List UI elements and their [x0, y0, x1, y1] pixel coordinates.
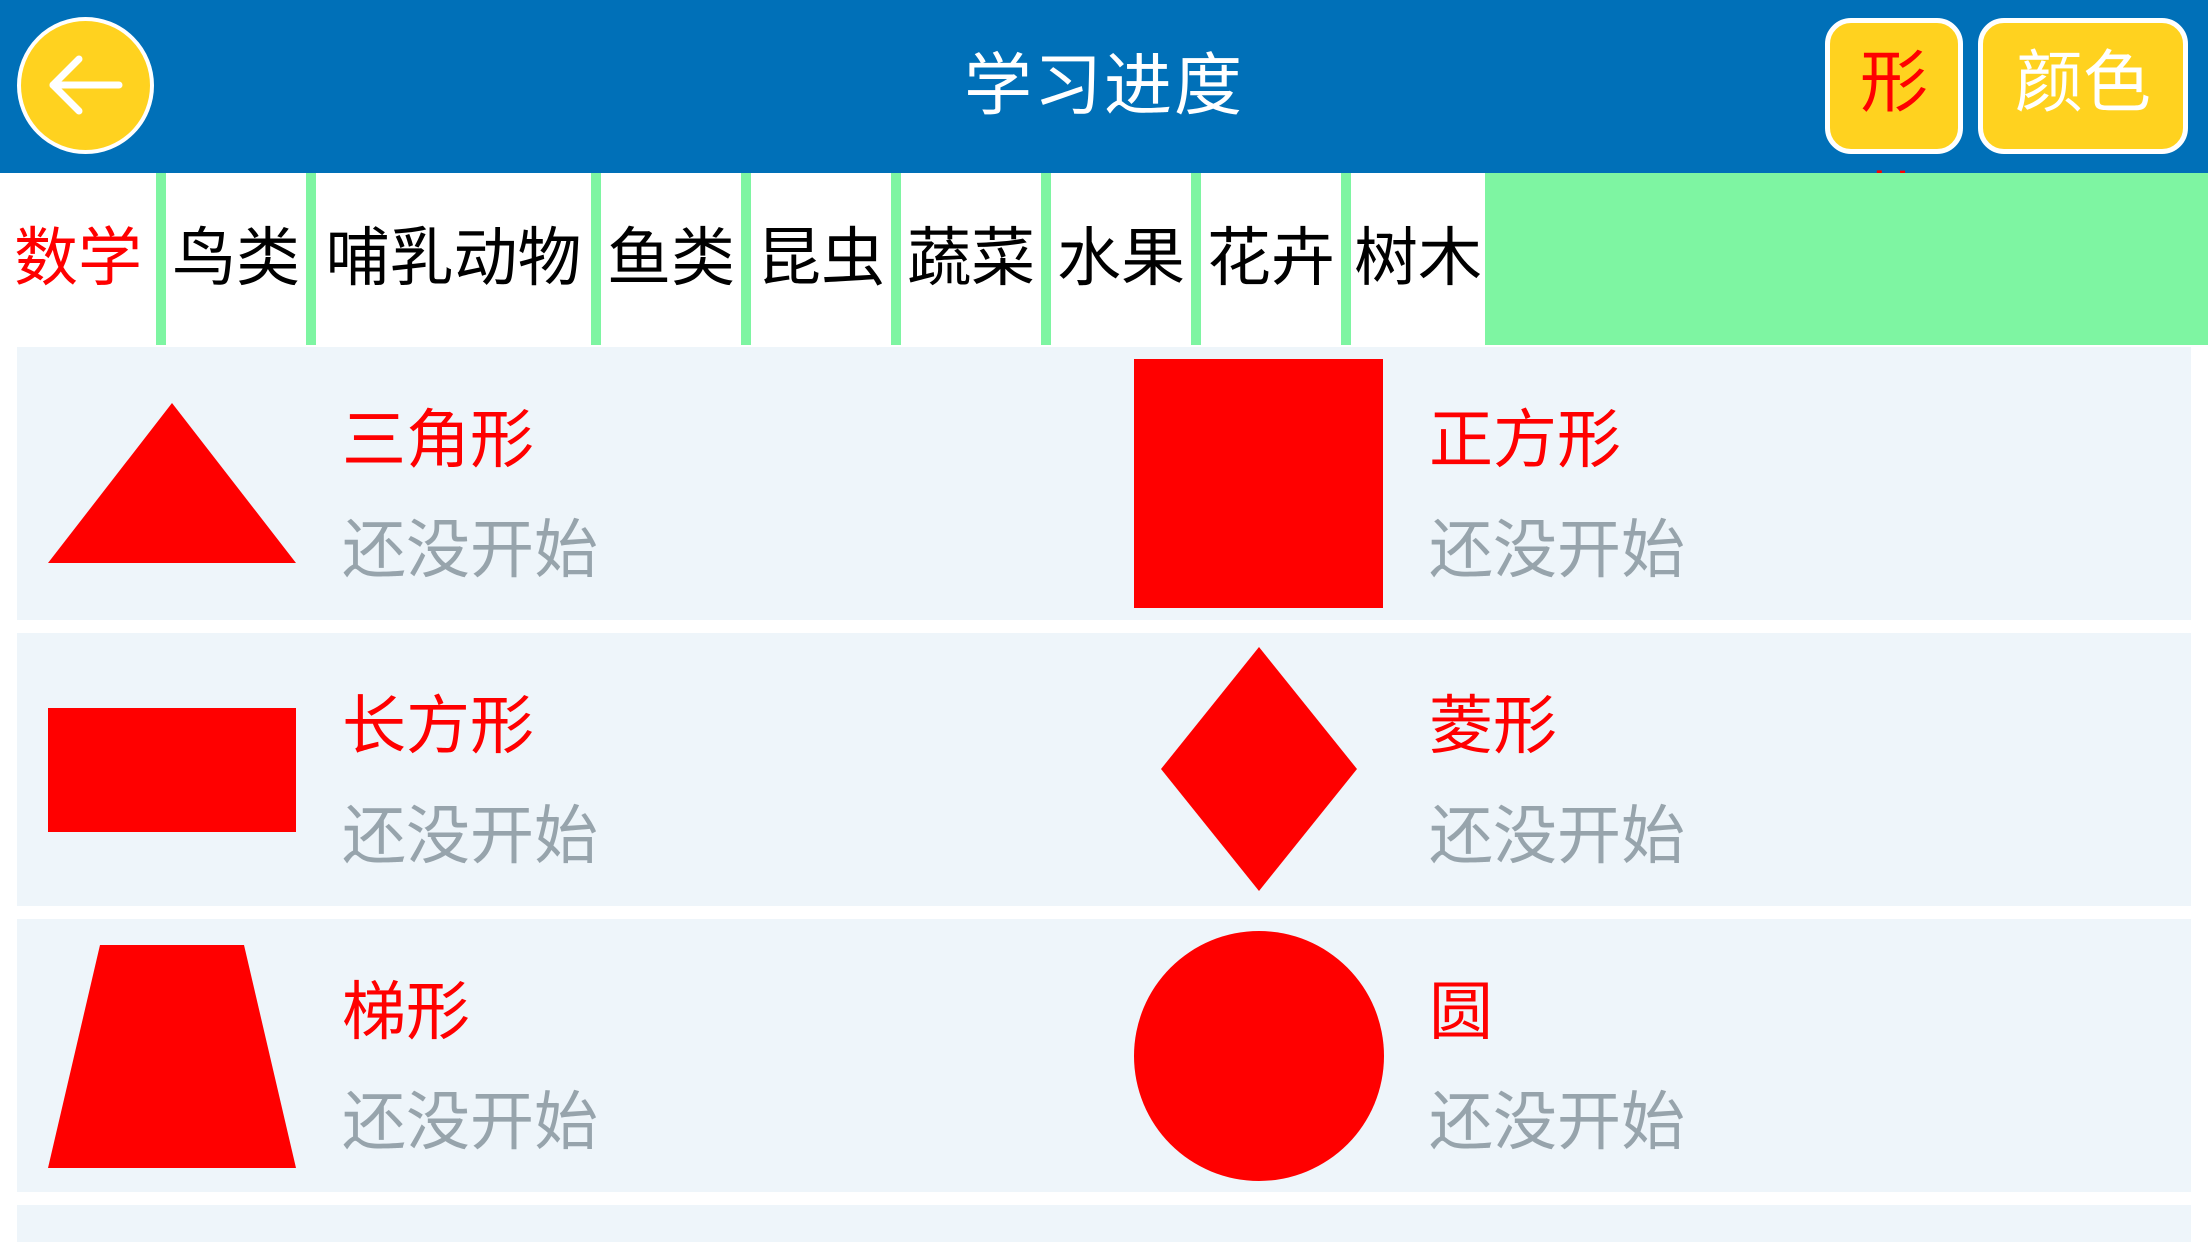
rhombus-icon: [1161, 647, 1357, 891]
shape-status: 还没开始: [342, 514, 598, 588]
tab-mammals[interactable]: 哺乳动物: [316, 173, 591, 345]
circle-icon: [1134, 931, 1384, 1181]
tab-flowers[interactable]: 花卉: [1201, 173, 1341, 345]
shape-status: 还没开始: [1429, 1086, 1685, 1160]
shape-item-triangle[interactable]: 三角形 还没开始: [17, 347, 1104, 620]
shape-item-trapezoid[interactable]: 梯形 还没开始: [17, 919, 1104, 1192]
shape-item-rectangle[interactable]: 长方形 还没开始: [17, 633, 1104, 906]
arrow-left-icon: [49, 55, 123, 115]
trapezoid-icon: [48, 945, 296, 1168]
shape-status: 还没开始: [1429, 800, 1685, 874]
back-button[interactable]: [17, 17, 154, 154]
tab-insects[interactable]: 昆虫: [751, 173, 891, 345]
shape-name: 三角形: [342, 404, 534, 478]
tab-vegetables[interactable]: 蔬菜: [901, 173, 1041, 345]
tab-trees[interactable]: 树木: [1351, 173, 1485, 345]
shape-name: 圆: [1429, 976, 1493, 1050]
shape-row: 梯形 还没开始 圆 还没开始: [17, 919, 2191, 1192]
shape-item-rhombus[interactable]: 菱形 还没开始: [1104, 633, 2191, 906]
shape-name: 菱形: [1429, 690, 1557, 764]
shape-name: 长方形: [342, 690, 534, 764]
category-tabs: 数学 鸟类 哺乳动物 鱼类 昆虫 蔬菜 水果 花卉 树木: [0, 173, 2208, 345]
tab-math[interactable]: 数学: [0, 173, 156, 345]
tab-fruits[interactable]: 水果: [1051, 173, 1191, 345]
shape-item-square[interactable]: 正方形 还没开始: [1104, 347, 2191, 620]
header-bar: 学习进度 形状 颜色: [0, 0, 2208, 245]
shape-row-partial: [17, 1205, 2191, 1242]
shape-row: 长方形 还没开始 菱形 还没开始: [17, 633, 2191, 906]
shape-button[interactable]: 形状: [1825, 18, 1963, 245]
color-button[interactable]: 颜色: [1978, 18, 2188, 154]
shape-status: 还没开始: [1429, 514, 1685, 588]
triangle-icon: [48, 403, 296, 563]
tab-birds[interactable]: 鸟类: [166, 173, 306, 345]
rectangle-icon: [48, 708, 296, 832]
tab-fish[interactable]: 鱼类: [601, 173, 741, 345]
shape-name: 正方形: [1429, 404, 1621, 478]
shape-row: 三角形 还没开始 正方形 还没开始: [17, 347, 2191, 620]
shape-item-circle[interactable]: 圆 还没开始: [1104, 919, 2191, 1192]
shape-name: 梯形: [342, 976, 470, 1050]
square-icon: [1134, 359, 1383, 608]
shape-status: 还没开始: [342, 800, 598, 874]
shape-status: 还没开始: [342, 1086, 598, 1160]
